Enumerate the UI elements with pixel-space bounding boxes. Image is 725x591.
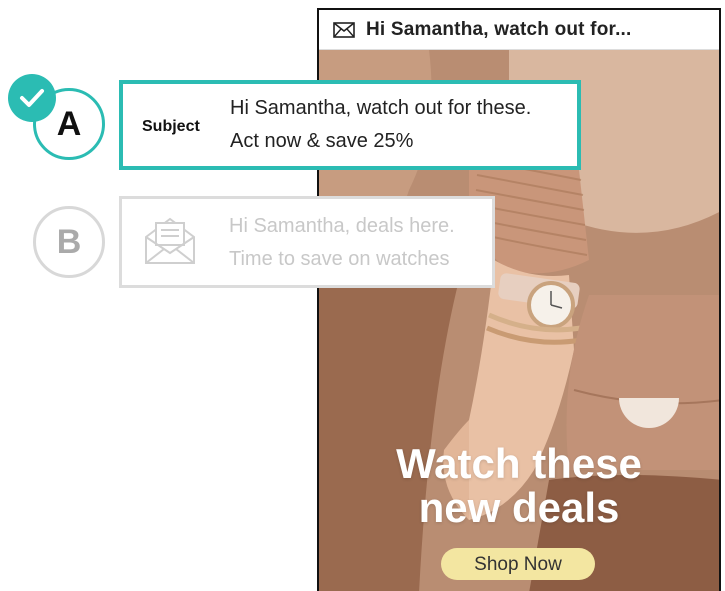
checkmark-icon (8, 74, 56, 122)
open-envelope-icon (145, 217, 195, 264)
variant-b-line2: Time to save on watches (229, 248, 450, 270)
variant-b-line1: Hi Samantha, deals here. (229, 215, 455, 237)
variant-b-badge[interactable]: B (33, 206, 105, 278)
preview-subject-line: Hi Samantha, watch out for... (366, 18, 632, 40)
variant-a-card[interactable]: Subject Hi Samantha, watch out for these… (119, 80, 581, 170)
variant-a-line2: Act now & save 25% (230, 130, 414, 152)
variant-a-line1: Hi Samantha, watch out for these. (230, 97, 532, 119)
email-preview-header: Hi Samantha, watch out for... (319, 10, 719, 50)
envelope-icon (333, 21, 355, 38)
variant-b-card[interactable]: Hi Samantha, deals here. Time to save on… (119, 196, 495, 288)
shop-now-button[interactable]: Shop Now (441, 548, 595, 580)
subject-label: Subject (142, 118, 200, 135)
hero-headline-line1: Watch these (396, 440, 642, 487)
hero-headline-line2: new deals (418, 484, 620, 531)
hero-headline: Watch these new deals (319, 442, 719, 530)
